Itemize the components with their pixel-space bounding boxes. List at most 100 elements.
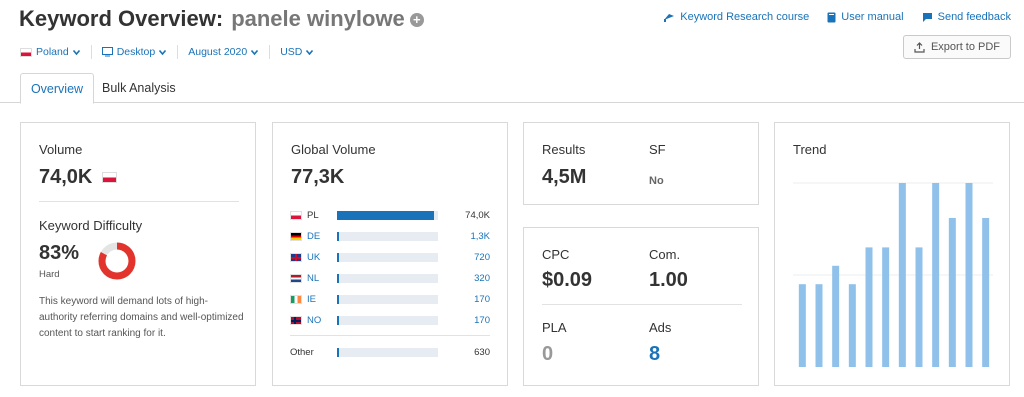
country-code: NO [307,314,322,326]
pla-label: PLA [542,320,567,335]
chevron-down-icon [306,49,314,55]
filter-bar: Poland Desktop August 2020 USD [20,45,334,59]
kd-description: This keyword will demand lots of high-au… [39,296,244,339]
volume-bar-fill [337,294,340,304]
country-volume: 320 [474,272,490,284]
send-feedback-link[interactable]: Send feedback [922,11,1011,23]
volume-bar-fill [337,210,434,220]
trend-label: Trend [793,142,827,157]
trend-chart [793,182,993,367]
trend-bar[interactable] [848,284,856,367]
trend-bar[interactable] [932,183,940,367]
trend-bar[interactable] [882,247,890,367]
country-code: UK [307,251,321,263]
sf-value: No [649,175,664,187]
book-icon [827,12,836,22]
desktop-icon [101,47,113,57]
trend-bar[interactable] [832,265,840,367]
keyword-text: panele winylowe [231,6,405,31]
volume-value: 74,0K [39,166,117,189]
country-row-ie[interactable]: IE 170 [290,292,495,306]
other-label: Other [290,346,314,358]
uk-flag-icon [290,252,302,262]
header-links: Keyword Research course User manual Send… [663,11,1011,23]
kd-label: Keyword Difficulty [39,218,143,233]
volume-bar-fill [337,315,340,325]
volume-bar [337,252,438,262]
cpc-value: $0.09 [542,269,593,291]
user-manual-link[interactable]: User manual [827,11,904,23]
trend-bar[interactable] [982,217,990,367]
volume-bar [337,347,438,357]
country-code: DE [307,230,321,242]
country-dropdown[interactable]: Poland [20,45,92,59]
ireland-flag-icon [290,294,302,304]
country-volume: 74,0K [465,209,490,221]
page-title: Keyword Overview: panele winylowe + [19,6,424,32]
country-row-nl[interactable]: NL 320 [290,271,495,285]
volume-bar-fill [337,231,340,241]
country-volume: 1,3K [470,230,490,242]
poland-flag-icon [101,172,117,183]
poland-flag-icon [20,47,32,57]
country-volume: 170 [474,314,490,326]
user-manual-label: User manual [841,11,904,23]
global-volume-value: 77,3K [291,166,345,188]
ads-value[interactable]: 8 [649,343,660,366]
country-code: IE [307,293,316,305]
volume-label: Volume [39,142,83,157]
upload-icon [914,41,925,53]
country-row-no[interactable]: NO 170 [290,313,495,327]
date-dropdown[interactable]: August 2020 [188,45,271,59]
volume-card: Volume 74,0K Keyword Difficulty 83% Hard… [20,122,256,386]
pla-value: 0 [542,343,554,365]
add-keyword-icon[interactable]: + [409,13,424,27]
trend-bar[interactable] [898,183,906,367]
device-dropdown[interactable]: Desktop [101,45,179,59]
export-pdf-button[interactable]: Export to PDF [903,35,1011,59]
global-volume-card: Global Volume 77,3K PL 74,0K DE 1,3K UK … [272,122,508,386]
export-pdf-label: Export to PDF [930,41,1001,53]
com-value: 1.00 [649,269,688,291]
country-row-other: Other 630 [290,345,495,359]
keyword-research-course-label: Keyword Research course [680,11,810,23]
volume-bar [337,294,438,304]
keyword-research-course-link[interactable]: Keyword Research course [663,11,809,23]
currency-label: USD [280,46,303,58]
norway-flag-icon [290,315,302,325]
trend-bar[interactable] [948,217,956,367]
trend-bar[interactable] [865,247,873,367]
volume-bar [337,273,438,283]
device-label: Desktop [116,46,156,58]
tab-overview[interactable]: Overview [20,73,94,104]
volume-number: 74,0K [39,166,93,188]
chat-bubble-icon [922,12,932,22]
currency-dropdown[interactable]: USD [280,45,324,59]
cpc-card: CPC $0.09 Com. 1.00 PLA 0 Ads 8 [523,227,759,386]
global-volume-label: Global Volume [291,142,376,157]
trend-bar[interactable] [815,284,823,367]
country-code: NL [307,272,320,284]
tab-bulk-analysis[interactable]: Bulk Analysis [102,73,176,103]
com-label: Com. [649,247,681,262]
kd-donut-chart [98,242,136,280]
trend-bar[interactable] [915,247,923,367]
trend-card: Trend [774,122,1010,386]
divider [39,201,239,202]
volume-bar [337,315,438,325]
trend-bar[interactable] [798,284,806,367]
graduation-cap-icon [664,14,675,22]
date-label: August 2020 [188,46,248,58]
volume-bar-fill [337,273,340,283]
netherlands-flag-icon [290,273,302,283]
country-code: PL [307,209,319,221]
ads-label: Ads [649,320,672,335]
country-row-de[interactable]: DE 1,3K [290,229,495,243]
country-volume: 170 [474,293,490,305]
country-volume: 720 [474,251,490,263]
divider [542,304,742,305]
trend-bar[interactable] [965,183,973,367]
volume-bar [337,210,438,220]
country-row-uk[interactable]: UK 720 [290,250,495,264]
germany-flag-icon [290,231,302,241]
